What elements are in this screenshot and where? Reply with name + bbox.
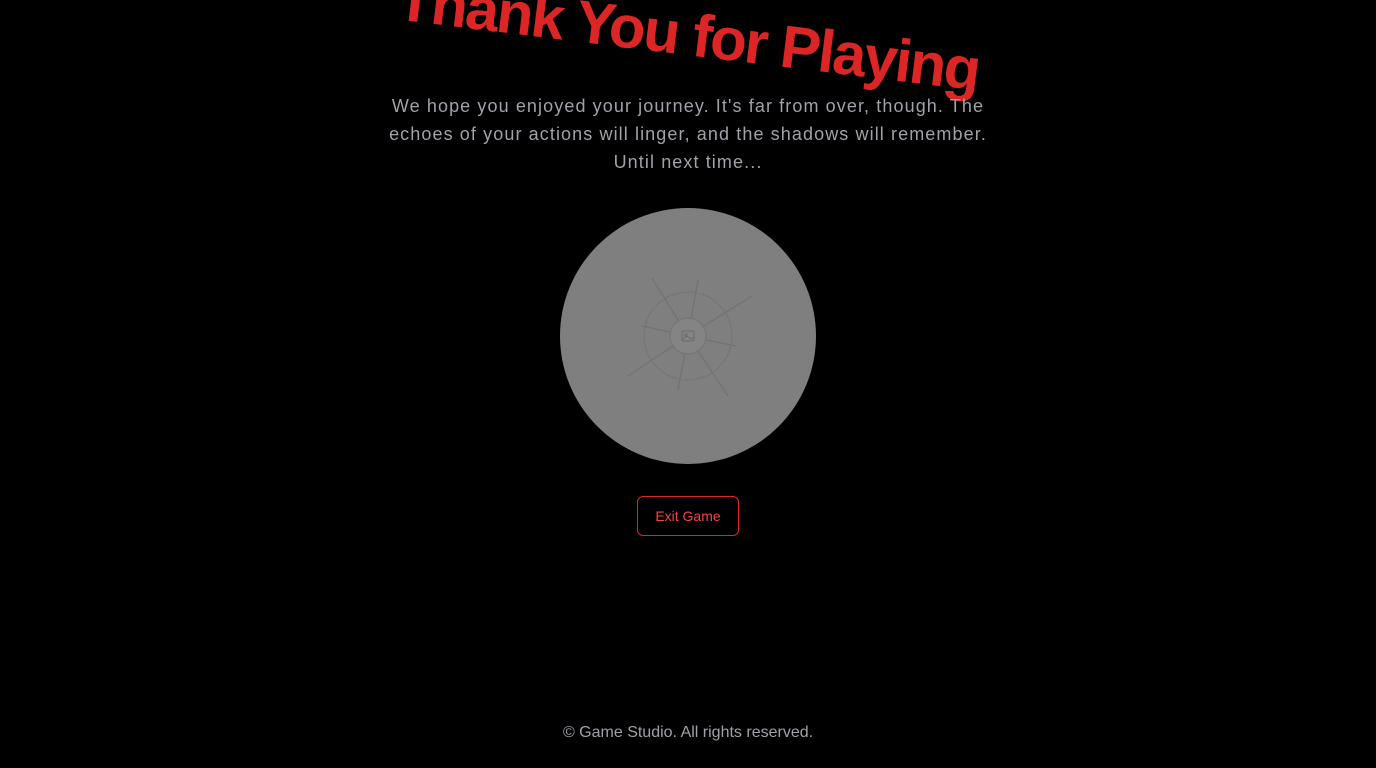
image-placeholder-graphic	[627, 277, 753, 397]
exit-game-button[interactable]: Exit Game	[637, 496, 739, 536]
farewell-message: We hope you enjoyed your journey. It's f…	[389, 96, 987, 172]
end-screen: Thank You for Playing We hope you enjoye…	[0, 0, 1376, 768]
page-title: Thank You for Playing	[393, 0, 983, 104]
end-screen-image	[560, 208, 816, 464]
footer-copyright: © Game Studio. All rights reserved.	[562, 724, 814, 741]
